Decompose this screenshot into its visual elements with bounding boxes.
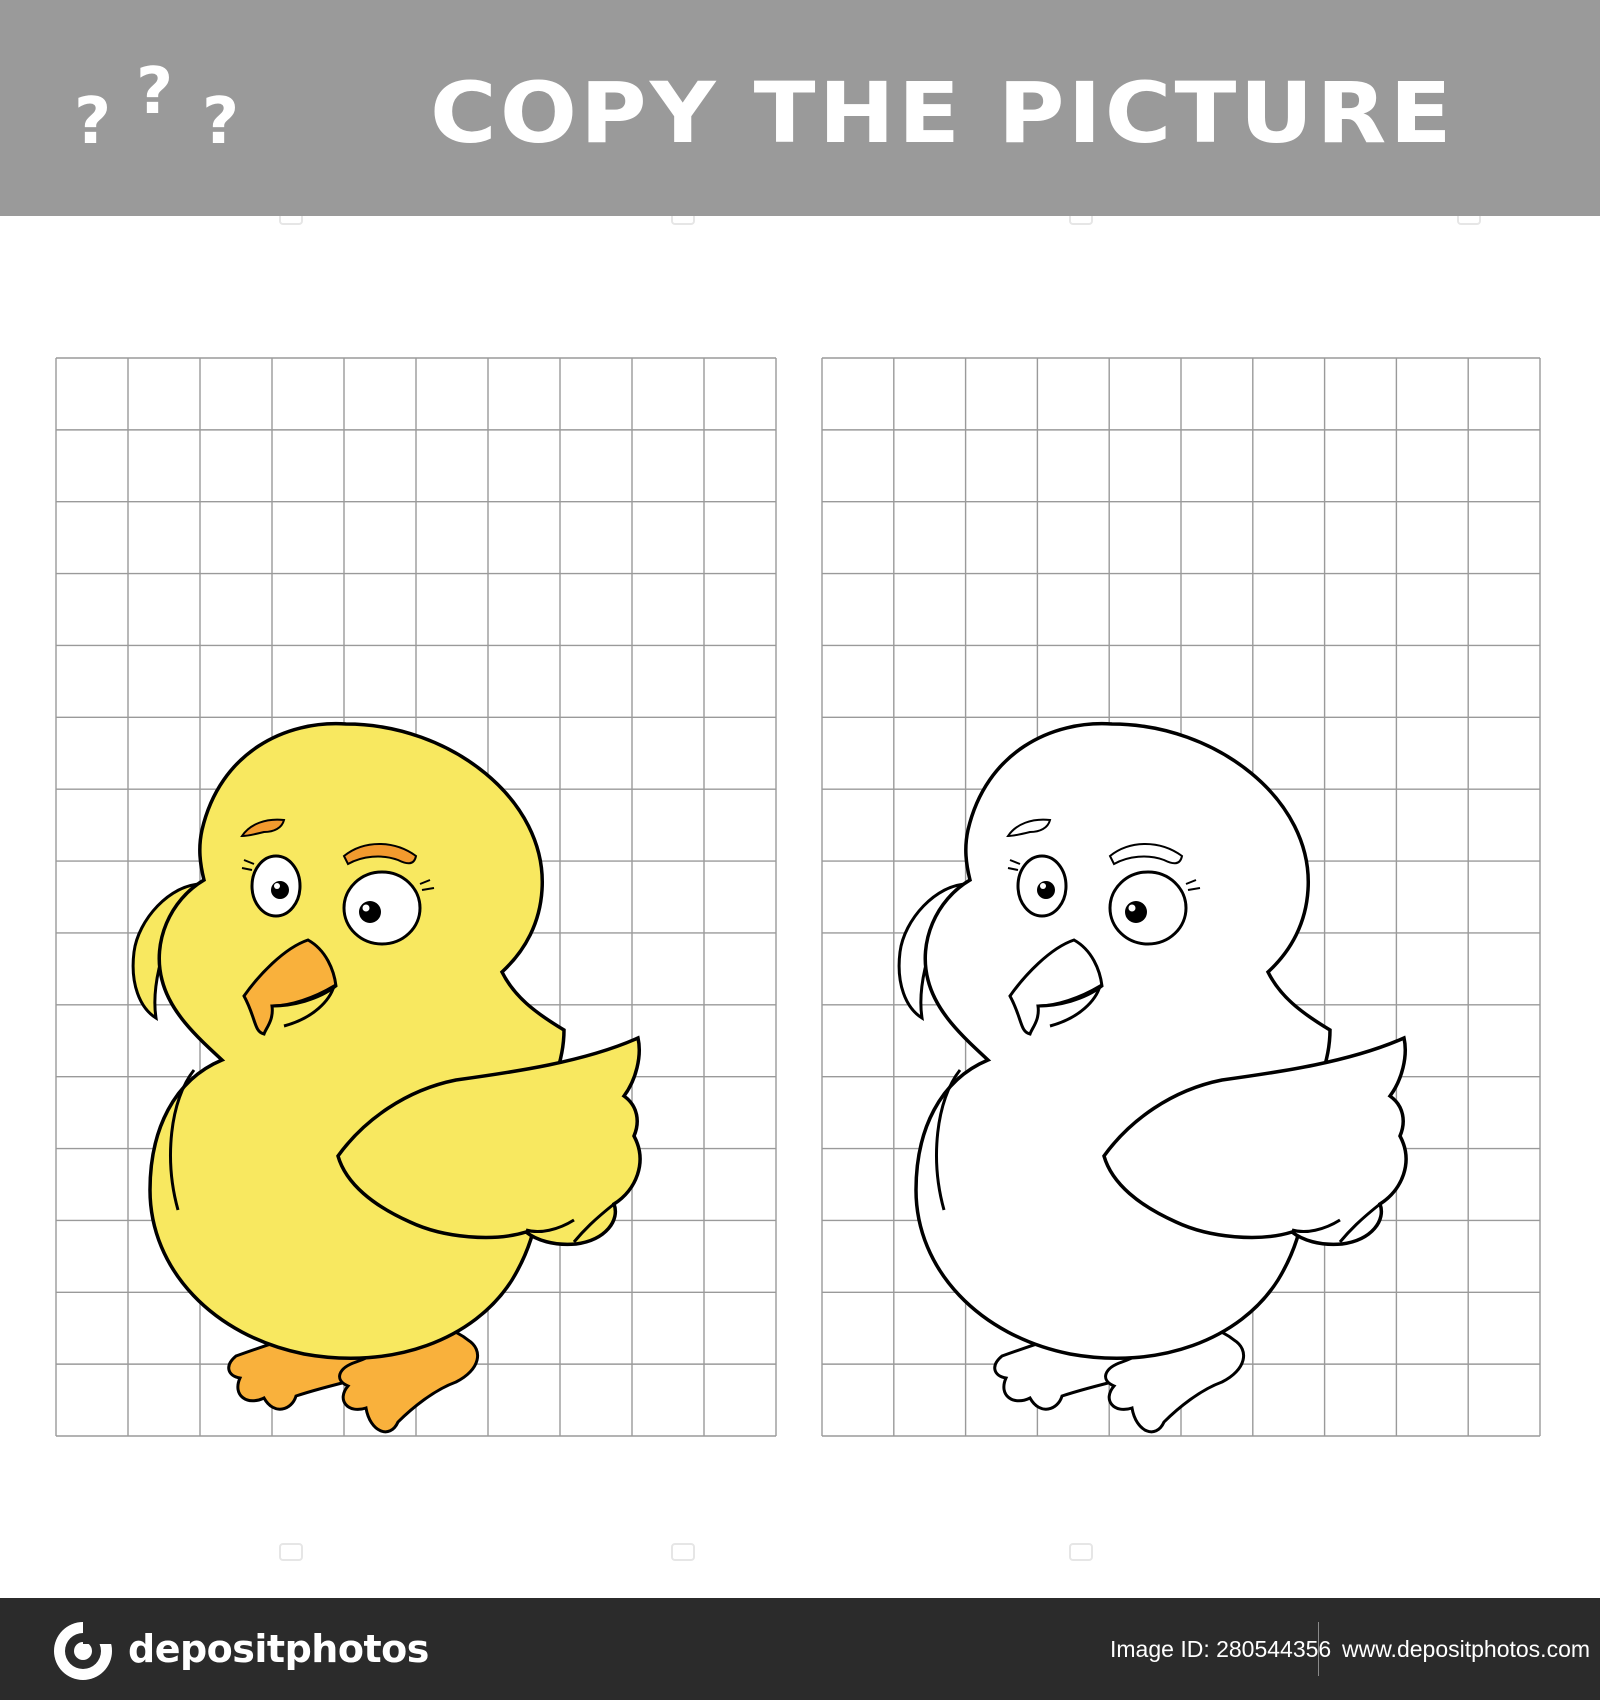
question-mark-3: ? xyxy=(202,85,240,159)
question-mark-1: ? xyxy=(74,85,112,159)
model-chick-illustration: #model-chick .body { fill: #f8e860; } #m… xyxy=(131,721,642,1434)
practice-chick-outline xyxy=(897,721,1408,1434)
page-title: COPY THE PICTURE xyxy=(430,64,1455,162)
footer-divider xyxy=(1318,1622,1319,1676)
worksheet-canvas: #model-chick .body { fill: #f8e860; } #m… xyxy=(55,216,1541,1561)
depositphotos-logo-icon xyxy=(54,1622,112,1680)
brand-name: depositphotos xyxy=(128,1627,429,1671)
image-id-label: Image ID: 280544356 xyxy=(1110,1636,1332,1662)
worksheet-header: ? ? ? COPY THE PICTURE xyxy=(0,0,1600,216)
footer-bar: depositphotos Image ID: 280544356 www.de… xyxy=(0,1598,1600,1700)
site-link[interactable]: www.depositphotos.com xyxy=(1342,1632,1590,1666)
question-mark-2: ? xyxy=(136,55,174,129)
